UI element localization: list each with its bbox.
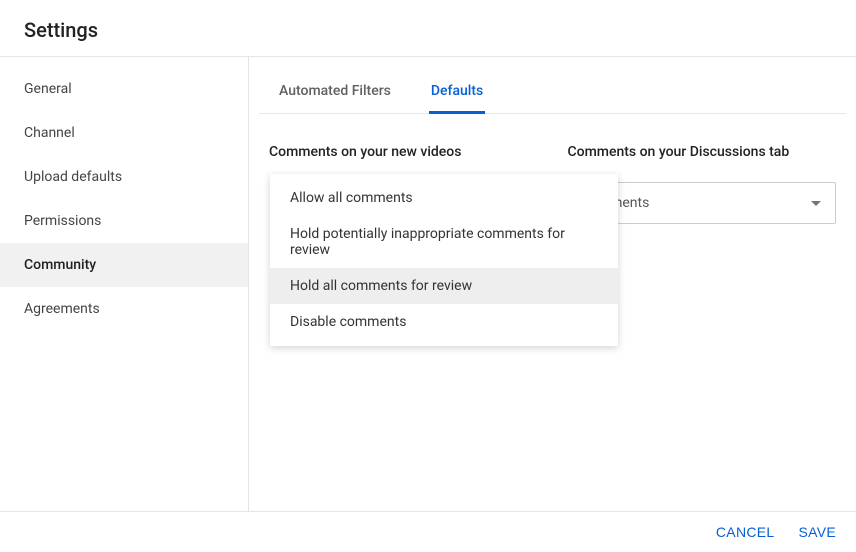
sidebar-item-community[interactable]: Community (0, 243, 248, 287)
label-discussions-comments: Comments on your Discussions tab (568, 144, 837, 160)
sidebar-item-upload-defaults[interactable]: Upload defaults (0, 155, 248, 199)
sidebar-item-channel[interactable]: Channel (0, 111, 248, 155)
dropdown-option-allow-all[interactable]: Allow all comments (270, 180, 618, 216)
save-button[interactable]: SAVE (798, 524, 836, 540)
tabs: Automated Filters Defaults (259, 57, 846, 114)
tab-defaults[interactable]: Defaults (411, 75, 503, 113)
tab-automated-filters[interactable]: Automated Filters (259, 75, 411, 113)
sidebar-item-general[interactable]: General (0, 67, 248, 111)
sidebar-item-agreements[interactable]: Agreements (0, 287, 248, 331)
dropdown-option-disable[interactable]: Disable comments (270, 304, 618, 340)
cancel-button[interactable]: CANCEL (716, 524, 775, 540)
header: Settings (0, 0, 856, 56)
new-videos-comments-dropdown[interactable]: Allow all comments Hold potentially inap… (270, 174, 618, 346)
page-title: Settings (24, 18, 832, 42)
label-new-videos-comments: Comments on your new videos (269, 144, 538, 160)
dropdown-option-hold-inappropriate[interactable]: Hold potentially inappropriate comments … (270, 216, 618, 268)
footer: CANCEL SAVE (0, 511, 856, 552)
dropdown-option-hold-all[interactable]: Hold all comments for review (270, 268, 618, 304)
sidebar-item-permissions[interactable]: Permissions (0, 199, 248, 243)
caret-down-icon (811, 201, 821, 206)
sidebar: General Channel Upload defaults Permissi… (0, 57, 249, 511)
